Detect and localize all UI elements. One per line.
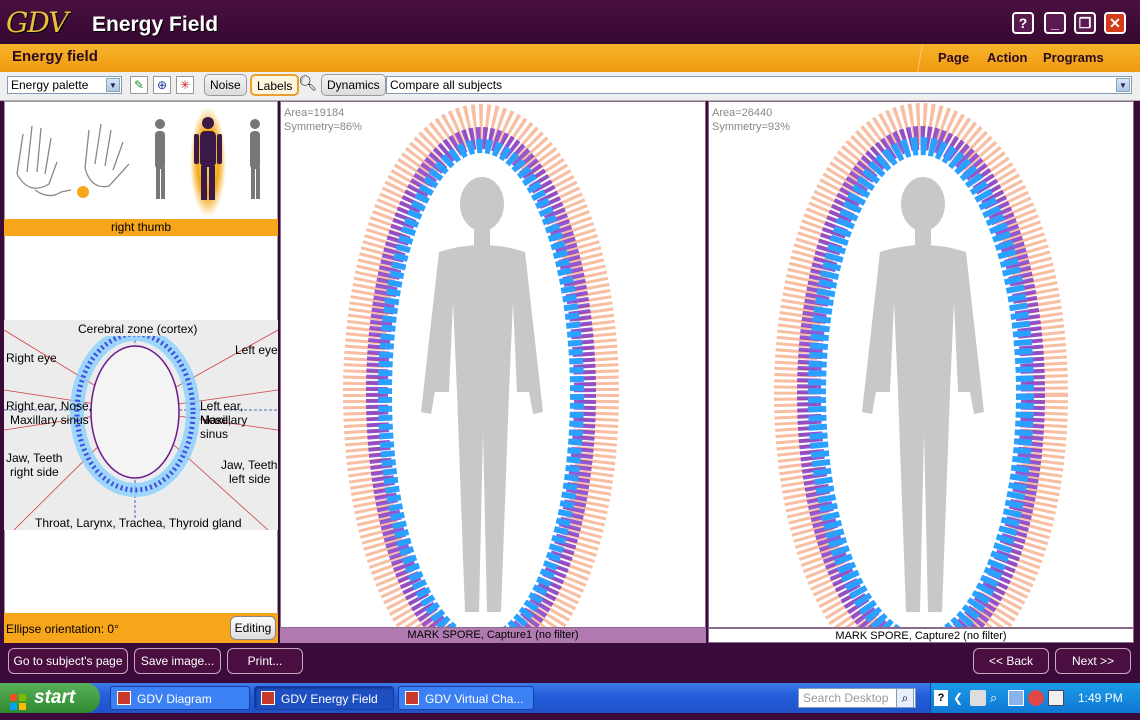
close-button[interactable]: ✕	[1104, 12, 1126, 34]
capture2-caption: MARK SPORE, Capture2 (no filter)	[708, 628, 1134, 643]
clock: 1:49 PM	[1078, 691, 1123, 705]
zone-cerebral: Cerebral zone (cortex)	[78, 322, 198, 336]
body-back-icon[interactable]	[250, 119, 260, 199]
chevron-down-icon: ▼	[106, 78, 120, 92]
printer-icon[interactable]	[970, 690, 986, 706]
security-icon[interactable]	[1028, 690, 1044, 706]
task-gdv-diagram[interactable]: GDV Diagram	[110, 686, 250, 710]
star-burst-icon[interactable]: ✳	[176, 76, 194, 94]
start-label: start	[34, 687, 76, 708]
capture1-caption: MARK SPORE, Capture1 (no filter)	[280, 628, 706, 643]
network-icon[interactable]	[1008, 690, 1024, 706]
help-button[interactable]: ?	[1012, 12, 1034, 34]
noise-button[interactable]: Noise	[204, 74, 247, 96]
monitor-icon[interactable]	[1048, 690, 1064, 706]
search-icon[interactable]: ⌕	[896, 688, 914, 708]
menu-page[interactable]: Page	[938, 50, 969, 65]
back-button[interactable]: << Back	[973, 648, 1049, 674]
start-button[interactable]: start	[0, 683, 100, 713]
capture2-aura	[774, 103, 1068, 627]
zone-right-ear-line2: Maxillary sinus	[10, 413, 89, 427]
save-image-button[interactable]: Save image...	[134, 648, 221, 674]
subject-page-button[interactable]: Go to subject's page	[8, 648, 128, 674]
task-label: GDV Diagram	[137, 692, 212, 706]
thumb-marker	[77, 186, 89, 198]
ellipse-orientation-label: Ellipse orientation: 0°	[6, 622, 119, 636]
zone-jaw-left-line2: left side	[229, 472, 271, 486]
app-icon	[405, 691, 419, 705]
app-logo: GDV	[6, 6, 69, 39]
app-icon	[261, 691, 275, 705]
menu-programs[interactable]: Programs	[1043, 50, 1104, 65]
print-button[interactable]: Print...	[227, 648, 303, 674]
capture2-panel: Area=26440 Symmetry=93%	[708, 101, 1134, 628]
page-title: Energy field	[12, 48, 98, 65]
palette-select[interactable]: Energy palette ▼	[7, 76, 122, 94]
crosshair-icon[interactable]: ⊕	[153, 76, 171, 94]
zoom-icon[interactable]: 🔍︎	[298, 76, 317, 94]
chevron-left-icon[interactable]: ❮	[953, 690, 965, 706]
minimize-button[interactable]: _	[1044, 12, 1066, 34]
zone-right-ear-line1: Right ear, Nose,	[6, 399, 93, 413]
task-gdv-energy-field[interactable]: GDV Energy Field	[254, 686, 394, 710]
zone-left-eye: Left eye	[235, 343, 278, 357]
app-title: Energy Field	[92, 13, 219, 36]
task-gdv-virtual-chart[interactable]: GDV Virtual Cha...	[398, 686, 534, 710]
compare-select[interactable]: Compare all subjects ▼	[386, 76, 1132, 94]
help-tray-icon[interactable]: ?	[934, 690, 948, 706]
left-hand-icon[interactable]	[16, 125, 72, 197]
capture1-panel: Area=19184 Symmetry=86%	[280, 101, 706, 628]
palette-select-value: Energy palette	[11, 78, 89, 92]
task-label: GDV Energy Field	[281, 692, 378, 706]
zone-jaw-left-line1: Jaw, Teeth	[221, 458, 278, 472]
dynamics-button[interactable]: Dynamics	[321, 74, 386, 96]
right-hand-icon[interactable]	[84, 123, 130, 188]
capture1-aura	[343, 104, 619, 627]
editing-button[interactable]: Editing	[230, 616, 276, 640]
compare-select-value: Compare all subjects	[390, 78, 503, 92]
labels-button[interactable]: Labels	[250, 74, 300, 96]
finger-selector	[16, 107, 260, 216]
task-label: GDV Virtual Cha...	[425, 692, 524, 706]
selected-finger-label: right thumb	[4, 219, 278, 236]
zones-diagram: Cerebral zone (cortex) Right eye Left ey…	[4, 320, 278, 530]
app-icon	[117, 691, 131, 705]
zone-throat: Throat, Larynx, Trachea, Thyroid gland	[35, 516, 242, 530]
maximize-button[interactable]: ❐	[1074, 12, 1096, 34]
brush-icon[interactable]: ✎	[130, 76, 148, 94]
body-side-icon[interactable]	[155, 119, 165, 199]
zone-jaw-right-line2: right side	[10, 465, 59, 479]
windows-logo-icon	[10, 690, 26, 710]
chevron-down-icon: ▼	[1116, 78, 1130, 92]
next-button[interactable]: Next >>	[1055, 648, 1131, 674]
search-tray-icon[interactable]: ⌕	[990, 690, 1006, 706]
menu-divider	[915, 44, 925, 72]
zone-jaw-right-line1: Jaw, Teeth	[6, 451, 63, 465]
zone-left-ear-line2: Maxillary sinus	[200, 413, 248, 441]
zone-right-eye: Right eye	[6, 351, 57, 365]
menu-action[interactable]: Action	[987, 50, 1027, 65]
